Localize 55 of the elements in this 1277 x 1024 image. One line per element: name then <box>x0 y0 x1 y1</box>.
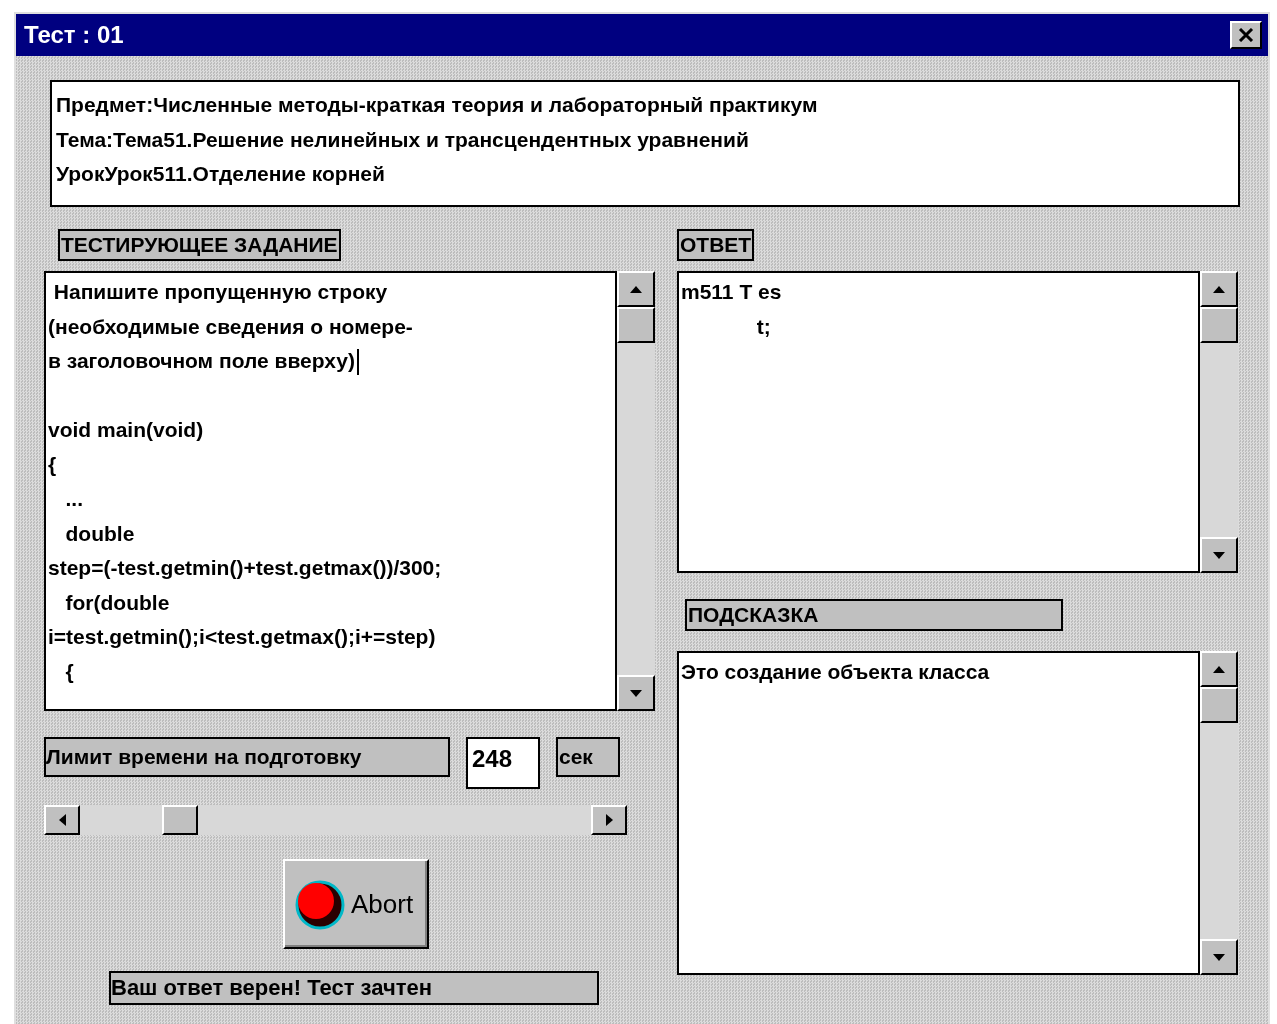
time-limit-field[interactable]: 248 <box>466 737 540 789</box>
code-line: { <box>64 658 75 685</box>
code-line: step=(-test.getmin()+test.getmax())/300; <box>48 555 443 581</box>
info-line: Предмет:Численные методы-краткая теория и лабораторный практикум <box>56 92 819 118</box>
code-line: double <box>64 520 136 547</box>
text-caret <box>356 349 359 376</box>
down-arrow-icon <box>1213 551 1225 559</box>
scroll-thumb[interactable] <box>1200 687 1238 723</box>
answer-line: t; <box>755 313 772 340</box>
info-line: Тема:Тема51.Решение нелинейных и трансцендентных уравнений <box>56 126 750 153</box>
code-line: for(double <box>64 589 171 616</box>
down-arrow-icon <box>630 689 642 697</box>
scroll-up-button[interactable] <box>1200 651 1238 687</box>
section-label: ОТВЕТ <box>677 229 755 261</box>
unit-label: сек <box>556 737 620 777</box>
scroll-bar[interactable] <box>1200 651 1238 975</box>
up-arrow-icon <box>630 285 642 293</box>
time-limit-label: Лимит времени на подготовку <box>44 737 450 777</box>
section-label: ТЕСТИРУЮЩЕЕ ЗАДАНИЕ <box>58 229 341 261</box>
window-title: Тест : 01 <box>24 21 124 49</box>
stop-icon <box>293 878 345 930</box>
scroll-up-button[interactable] <box>1200 271 1238 307</box>
section-label: ПОДСКАЗКА <box>685 599 1063 631</box>
answer-line: m511 T es <box>681 279 783 305</box>
code-line: i=test.getmin();i<test.getmax();i+=step) <box>48 624 437 650</box>
horizontal-scroll-bar[interactable] <box>44 805 627 835</box>
scroll-thumb[interactable] <box>617 307 655 343</box>
task-text-area[interactable] <box>44 271 655 711</box>
left-arrow-icon <box>58 814 66 826</box>
abort-button[interactable]: Abort <box>283 859 429 949</box>
hint-text: Это создание объекта класса <box>681 659 991 685</box>
code-line: void main(void) <box>48 417 205 443</box>
scroll-bar[interactable] <box>617 271 655 711</box>
code-line: ... <box>64 486 84 512</box>
close-button[interactable] <box>1230 21 1262 49</box>
scroll-thumb[interactable] <box>1200 307 1238 343</box>
task-line: (необходимые сведения о номере- <box>48 313 414 340</box>
scroll-bar[interactable] <box>1200 271 1238 573</box>
code-line: { <box>48 451 58 478</box>
scroll-left-button[interactable] <box>44 805 80 835</box>
up-arrow-icon <box>1213 285 1225 293</box>
info-line: УрокУрок511.Отделение корней <box>56 161 386 187</box>
status-message: Ваш ответ верен! Тест зачтен <box>109 971 599 1005</box>
scroll-up-button[interactable] <box>617 271 655 307</box>
close-icon <box>1238 28 1254 42</box>
scroll-thumb[interactable] <box>162 805 198 835</box>
task-line: Напишите пропущенную строку <box>52 279 389 305</box>
scroll-right-button[interactable] <box>591 805 627 835</box>
task-line: в заголовочном поле вверху) <box>48 344 613 379</box>
down-arrow-icon <box>1213 953 1225 961</box>
scroll-down-button[interactable] <box>617 675 655 711</box>
scroll-down-button[interactable] <box>1200 537 1238 573</box>
up-arrow-icon <box>1213 665 1225 673</box>
scroll-down-button[interactable] <box>1200 939 1238 975</box>
right-arrow-icon <box>605 814 613 826</box>
